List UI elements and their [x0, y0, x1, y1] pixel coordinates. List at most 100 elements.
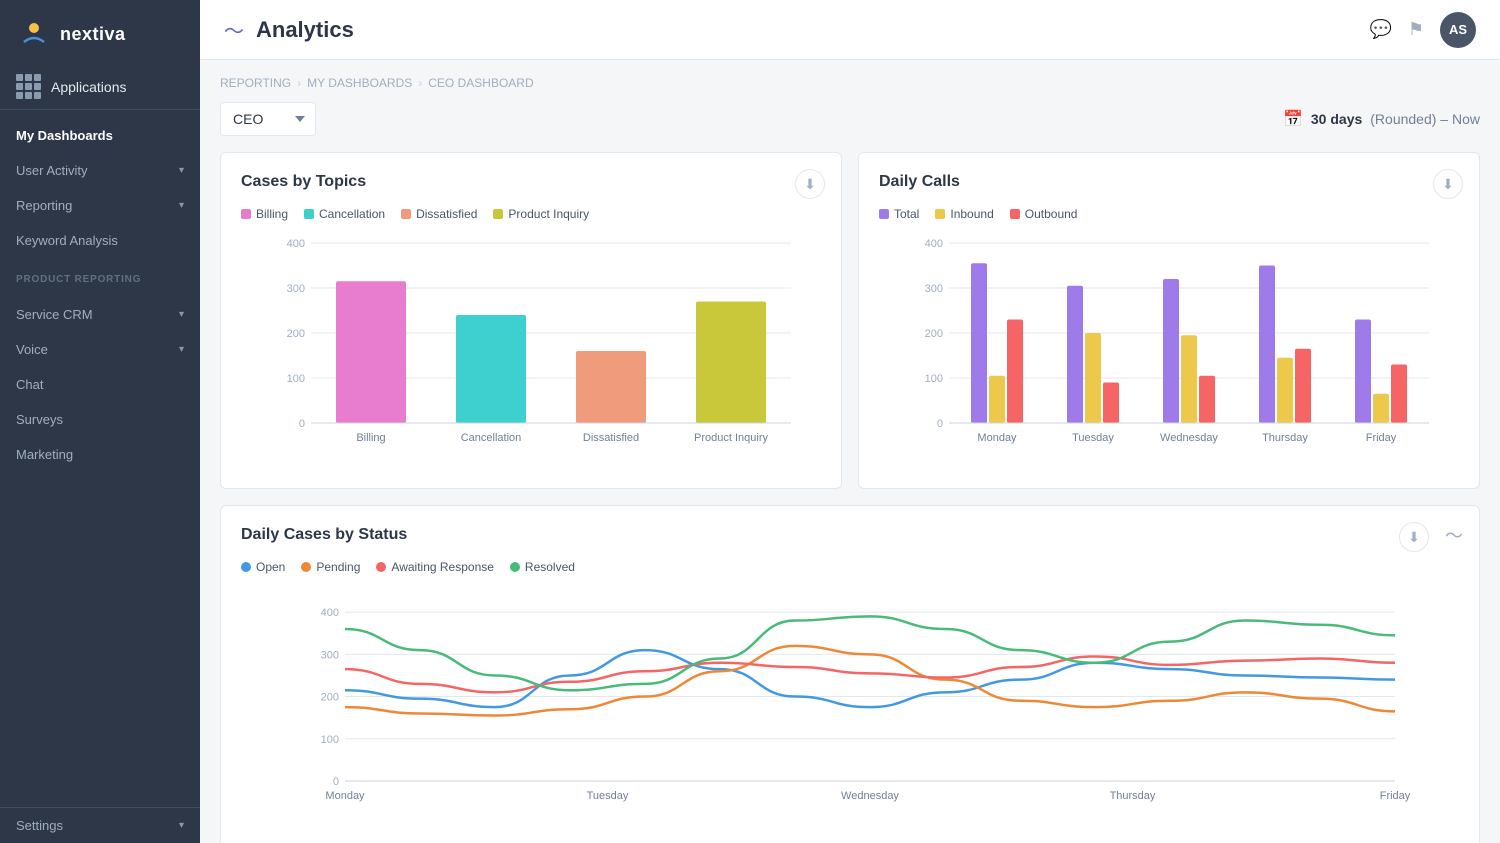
legend-billing: Billing	[241, 207, 288, 221]
page-title: Analytics	[256, 17, 354, 43]
charts-top-row: Cases by Topics ⬇ Billing Cancellation D…	[220, 152, 1480, 489]
legend-total-label: Total	[894, 207, 919, 221]
svg-text:100: 100	[321, 734, 339, 746]
svg-text:Friday: Friday	[1366, 432, 1397, 444]
breadcrumb-ceo-dashboard[interactable]: CEO DASHBOARD	[428, 76, 533, 90]
legend-inbound-label: Inbound	[950, 207, 993, 221]
svg-text:300: 300	[321, 649, 339, 661]
svg-text:Tuesday: Tuesday	[587, 790, 629, 802]
breadcrumb-sep-1: ›	[297, 76, 301, 90]
legend-awaiting-dot	[376, 562, 386, 572]
legend-total-dot	[879, 209, 889, 219]
chevron-down-icon: ▾	[179, 344, 184, 355]
sidebar-item-marketing-label: Marketing	[16, 447, 184, 462]
analytics-icon: 〜	[224, 15, 244, 44]
sidebar-product-section: Service CRM ▾ Voice ▾ Chat Surveys Marke…	[0, 289, 200, 480]
legend-dissatisfied-label: Dissatisfied	[416, 207, 477, 221]
sidebar-item-chat[interactable]: Chat	[0, 367, 200, 402]
svg-text:Wednesday: Wednesday	[1160, 432, 1218, 444]
svg-text:100: 100	[925, 373, 943, 385]
sidebar-item-keyword-analysis[interactable]: Keyword Analysis	[0, 223, 200, 258]
legend-billing-dot	[241, 209, 251, 219]
daily-calls-title: Daily Calls	[879, 173, 1459, 191]
legend-product-inquiry: Product Inquiry	[493, 207, 589, 221]
legend-outbound-dot	[1010, 209, 1020, 219]
sidebar-item-settings-label: Settings	[16, 818, 179, 833]
product-reporting-header: PRODUCT REPORTING	[0, 266, 200, 289]
svg-text:0: 0	[333, 776, 339, 788]
applications-label: Applications	[51, 79, 127, 95]
topbar-right: 💬 ⚑ AS	[1369, 12, 1476, 48]
sidebar-item-user-activity[interactable]: User Activity ▾	[0, 153, 200, 188]
svg-text:Monday: Monday	[977, 432, 1017, 444]
breadcrumb-my-dashboards[interactable]: MY DASHBOARDS	[307, 76, 412, 90]
dashboard-select[interactable]: CEO Sales Support	[220, 102, 316, 136]
chevron-down-icon: ▾	[179, 165, 184, 176]
sidebar-item-service-crm[interactable]: Service CRM ▾	[0, 297, 200, 332]
sidebar-item-chat-label: Chat	[16, 377, 184, 392]
sidebar-item-marketing[interactable]: Marketing	[0, 437, 200, 472]
legend-inbound-dot	[935, 209, 945, 219]
svg-text:200: 200	[287, 328, 305, 340]
legend-pending: Pending	[301, 560, 360, 574]
breadcrumb-sep-2: ›	[418, 76, 422, 90]
cases-download-button[interactable]: ⬇	[795, 169, 825, 199]
flag-icon[interactable]: ⚑	[1408, 19, 1424, 40]
legend-resolved: Resolved	[510, 560, 575, 574]
daily-cases-download-button[interactable]: ⬇	[1399, 522, 1429, 552]
logo-text: nextiva	[60, 24, 126, 45]
sidebar-nav-section: My Dashboards User Activity ▾ Reporting …	[0, 110, 200, 266]
sidebar-item-user-activity-label: User Activity	[16, 163, 179, 178]
topbar: 〜 Analytics 💬 ⚑ AS	[200, 0, 1500, 60]
sidebar-item-reporting[interactable]: Reporting ▾	[0, 188, 200, 223]
legend-outbound-label: Outbound	[1025, 207, 1078, 221]
breadcrumb-reporting[interactable]: REPORTING	[220, 76, 291, 90]
svg-text:200: 200	[321, 692, 339, 704]
daily-cases-legend: Open Pending Awaiting Response Resolved	[241, 560, 1459, 574]
daily-calls-bar-chart: 4003002001000MondayTuesdayWednesdayThurs…	[879, 233, 1459, 463]
chevron-down-icon: ▾	[179, 309, 184, 320]
sidebar-item-surveys[interactable]: Surveys	[0, 402, 200, 437]
svg-text:400: 400	[321, 607, 339, 619]
sidebar-item-my-dashboards-label: My Dashboards	[16, 128, 184, 143]
legend-resolved-label: Resolved	[525, 560, 575, 574]
sidebar-item-settings[interactable]: Settings ▾	[0, 808, 200, 843]
daily-cases-title: Daily Cases by Status	[241, 526, 1459, 544]
legend-open-dot	[241, 562, 251, 572]
controls-row: CEO Sales Support 📅 30 days (Rounded) – …	[220, 102, 1480, 136]
svg-text:200: 200	[925, 328, 943, 340]
cases-by-topics-card: Cases by Topics ⬇ Billing Cancellation D…	[220, 152, 842, 489]
legend-inbound: Inbound	[935, 207, 993, 221]
main-content: 〜 Analytics 💬 ⚑ AS REPORTING › MY DASHBO…	[200, 0, 1500, 843]
legend-awaiting-response: Awaiting Response	[376, 560, 494, 574]
legend-pending-dot	[301, 562, 311, 572]
legend-cancellation-dot	[304, 209, 314, 219]
svg-text:0: 0	[937, 418, 943, 430]
date-range-text: 30 days	[1311, 111, 1362, 127]
cases-bar-chart: 4003002001000BillingCancellationDissatis…	[241, 233, 821, 463]
svg-text:Product Inquiry: Product Inquiry	[694, 432, 768, 444]
sidebar-apps-button[interactable]: Applications	[0, 64, 200, 110]
svg-text:Friday: Friday	[1380, 790, 1411, 802]
cases-legend: Billing Cancellation Dissatisfied Produc…	[241, 207, 821, 221]
legend-open-label: Open	[256, 560, 285, 574]
legend-billing-label: Billing	[256, 207, 288, 221]
sidebar-item-surveys-label: Surveys	[16, 412, 184, 427]
calendar-icon: 📅	[1283, 109, 1303, 129]
legend-dissatisfied: Dissatisfied	[401, 207, 477, 221]
date-range-suffix: (Rounded) – Now	[1370, 111, 1480, 127]
daily-cases-chart-type-icon[interactable]: 〜	[1445, 522, 1463, 548]
legend-cancellation-label: Cancellation	[319, 207, 385, 221]
sidebar-item-voice[interactable]: Voice ▾	[0, 332, 200, 367]
user-avatar[interactable]: AS	[1440, 12, 1476, 48]
svg-text:300: 300	[925, 283, 943, 295]
sidebar-item-my-dashboards[interactable]: My Dashboards	[0, 118, 200, 153]
sidebar-item-voice-label: Voice	[16, 342, 179, 357]
legend-open: Open	[241, 560, 285, 574]
daily-calls-download-button[interactable]: ⬇	[1433, 169, 1463, 199]
svg-text:Thursday: Thursday	[1110, 790, 1156, 802]
chat-icon[interactable]: 💬	[1369, 19, 1391, 40]
sidebar-bottom: Settings ▾	[0, 807, 200, 843]
legend-pending-label: Pending	[316, 560, 360, 574]
content-area: REPORTING › MY DASHBOARDS › CEO DASHBOAR…	[200, 60, 1500, 843]
